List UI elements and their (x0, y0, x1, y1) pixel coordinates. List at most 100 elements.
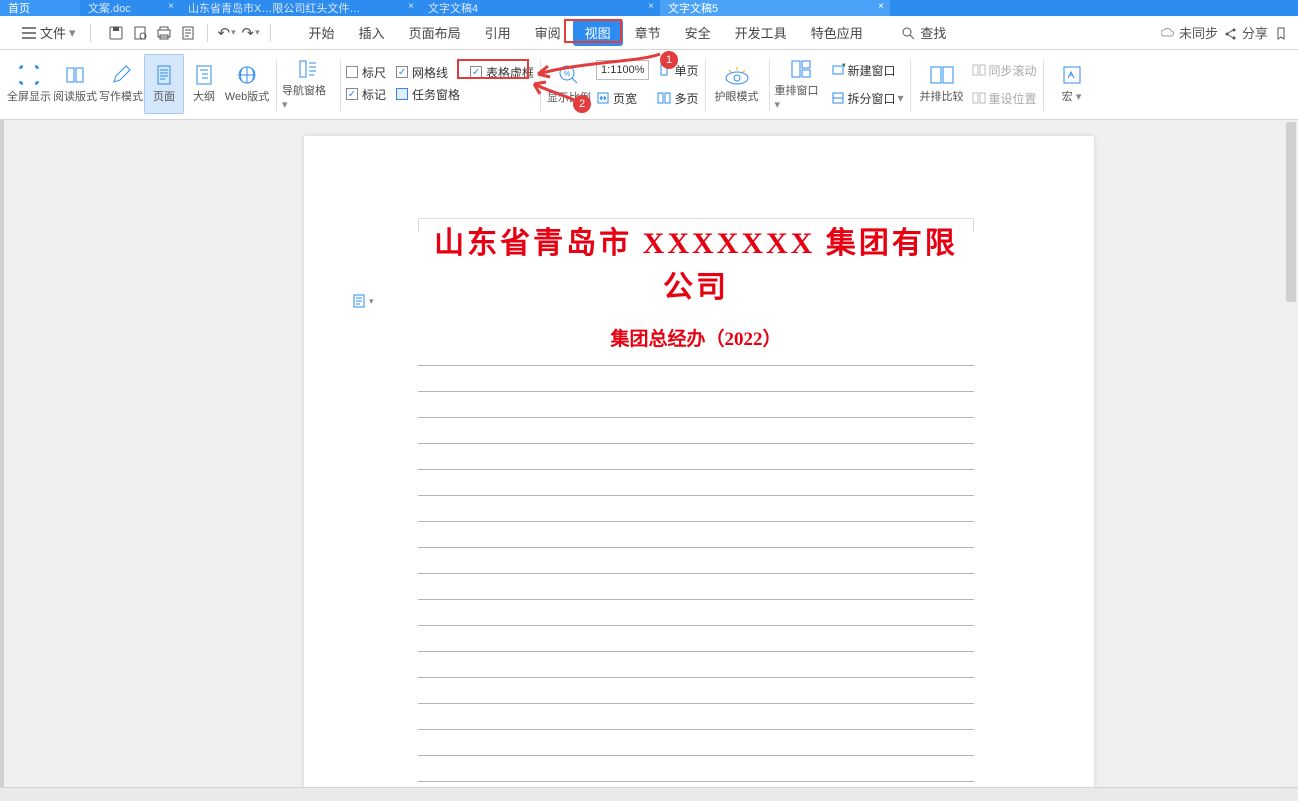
macro-button[interactable]: 宏 ▾ (1049, 54, 1095, 114)
share-icon (1224, 26, 1238, 40)
document-page[interactable]: 山东省青岛市 XXXXXXX 集团有限公司 集团总经办（2022） (304, 136, 1094, 787)
rearrange-icon (789, 58, 813, 80)
menu-special-label: 特色应用 (811, 26, 863, 41)
menu-search-label: 查找 (920, 26, 946, 41)
page-content: 山东省青岛市 XXXXXXX 集团有限公司 集团总经办（2022） (418, 218, 974, 787)
chevron-down-icon[interactable]: ▾ (231, 27, 236, 38)
vertical-scrollbar[interactable] (1284, 120, 1298, 787)
menu-special[interactable]: 特色应用 (799, 19, 875, 46)
ribbon-group-nav: 导航窗格 ▾ (276, 54, 340, 117)
read-mode-button[interactable]: 阅读版式 (52, 54, 98, 114)
document-title: 山东省青岛市 XXXXXXX 集团有限公司 (418, 218, 974, 306)
split-window-button[interactable]: 拆分窗口▾ (831, 88, 904, 108)
task-label: 任务窗格 (412, 86, 460, 103)
outline-mode-button[interactable]: 大纲 (184, 54, 224, 114)
menu-reference[interactable]: 引用 (473, 19, 523, 46)
single-page-icon (657, 63, 671, 77)
web-mode-button[interactable]: Web版式 (224, 54, 270, 114)
tab-home[interactable]: 首页 (0, 0, 80, 16)
hamburger-icon (22, 27, 36, 39)
new-window-label: 新建窗口 (848, 62, 896, 79)
zoom-scale-button[interactable]: % 显示比例 (546, 54, 592, 114)
redo-button[interactable]: ↷▾ (240, 22, 262, 44)
table-dashed-checkbox[interactable]: 表格虚框 (470, 62, 534, 82)
menu-insert[interactable]: 插入 (347, 19, 397, 46)
write-mode-button[interactable]: 写作模式 (98, 54, 144, 114)
file-menu[interactable]: 文件 ▾ (14, 23, 84, 42)
new-window-icon: ✶ (831, 63, 845, 77)
paragraph-options-button[interactable]: ▾ (352, 293, 374, 309)
ribbon-group-compare: 并排比较 同步滚动 重设位置 (910, 54, 1043, 117)
close-icon[interactable]: × (878, 1, 884, 12)
single-page-button[interactable]: 单页 (657, 60, 698, 80)
sync-status[interactable]: 未同步 (1161, 23, 1218, 42)
tab-doc-1[interactable]: 文案.doc× (80, 0, 180, 16)
navigation-pane-button[interactable]: 导航窗格 ▾ (282, 54, 334, 114)
close-icon[interactable]: × (168, 1, 174, 12)
split-window-icon (831, 91, 845, 105)
bookmark-button[interactable] (1274, 26, 1288, 40)
zoom-100-button[interactable]: 1:1 100% (596, 60, 649, 80)
document-workspace[interactable]: 山东省青岛市 XXXXXXX 集团有限公司 集团总经办（2022） (0, 120, 1298, 787)
zoom-scale-label: 显示比例 (547, 89, 591, 105)
ribbon-group-eye: 护眼模式 (705, 54, 769, 117)
fullscreen-button[interactable]: 全屏显示 (6, 54, 52, 114)
side-by-side-icon (929, 64, 955, 86)
save-button[interactable] (105, 22, 127, 44)
save-icon (108, 25, 124, 41)
mark-checkbox[interactable]: 标记 (346, 84, 386, 104)
fullscreen-icon (18, 64, 40, 86)
close-icon[interactable]: × (648, 1, 654, 12)
reset-position-label: 重设位置 (989, 90, 1037, 107)
menu-security[interactable]: 安全 (673, 19, 723, 46)
menu-view[interactable]: 视图 (573, 19, 623, 46)
tab-doc-4[interactable]: 文字文稿5 × (660, 0, 890, 16)
menu-chapter[interactable]: 章节 (623, 19, 673, 46)
macro-label: 宏 ▾ (1062, 88, 1082, 104)
rearrange-window-button[interactable]: 重排窗口 ▾ (775, 54, 827, 114)
print-preview-button[interactable] (129, 22, 151, 44)
chevron-down-icon[interactable]: ▾ (255, 27, 260, 38)
share-button[interactable]: 分享 (1224, 23, 1268, 42)
outline-label: 大纲 (193, 88, 215, 104)
tab-doc-3[interactable]: 文字文稿4× (420, 0, 660, 16)
gridlines-checkbox[interactable]: 网格线 (396, 62, 460, 82)
menu-search[interactable]: 查找 (889, 19, 959, 46)
page-preview-icon (180, 25, 196, 41)
page-width-button[interactable]: 页宽 (596, 88, 649, 108)
fullscreen-label: 全屏显示 (7, 88, 51, 104)
menu-devtools[interactable]: 开发工具 (723, 19, 799, 46)
undo-button[interactable]: ↶▾ (216, 22, 238, 44)
preview-button[interactable] (177, 22, 199, 44)
zoom-100-icon: 1:1 100% (596, 60, 649, 80)
print-button[interactable] (153, 22, 175, 44)
menu-insert-label: 插入 (359, 26, 385, 41)
quick-access-toolbar: ↶▾ ↷▾ (105, 22, 277, 44)
side-by-side-button[interactable]: 并排比较 (916, 54, 968, 114)
page-mode-button[interactable]: 页面 (144, 54, 184, 114)
web-label: Web版式 (225, 88, 269, 104)
menu-start-label: 开始 (309, 26, 335, 41)
tab-home-label: 首页 (8, 0, 30, 16)
gridlines (418, 340, 974, 787)
menu-review[interactable]: 审阅 (523, 19, 573, 46)
menu-layout[interactable]: 页面布局 (397, 19, 473, 46)
write-label: 写作模式 (99, 88, 143, 104)
undo-icon: ↶ (217, 24, 230, 42)
multi-page-button[interactable]: 多页 (657, 88, 698, 108)
new-window-button[interactable]: ✶新建窗口 (831, 60, 904, 80)
tab-doc-2[interactable]: 山东省青岛市X…限公司红头文件…× (180, 0, 420, 16)
menu-start[interactable]: 开始 (297, 19, 347, 46)
scrollbar-thumb[interactable] (1286, 122, 1296, 302)
svg-text:✶: ✶ (843, 63, 845, 69)
checkbox-checked-icon (396, 66, 408, 78)
tab-doc-4-label: 文字文稿5 (668, 0, 718, 16)
ruler-checkbox[interactable]: 标尺 (346, 62, 386, 82)
eye-protection-button[interactable]: 护眼模式 (711, 54, 763, 114)
close-icon[interactable]: × (408, 1, 414, 12)
sync-scroll-label: 同步滚动 (989, 62, 1037, 79)
sync-scroll-button: 同步滚动 (972, 60, 1037, 80)
taskpane-checkbox[interactable]: 任务窗格 (396, 84, 460, 104)
bookmark-icon (1274, 26, 1288, 40)
svg-text:%: % (564, 71, 570, 78)
